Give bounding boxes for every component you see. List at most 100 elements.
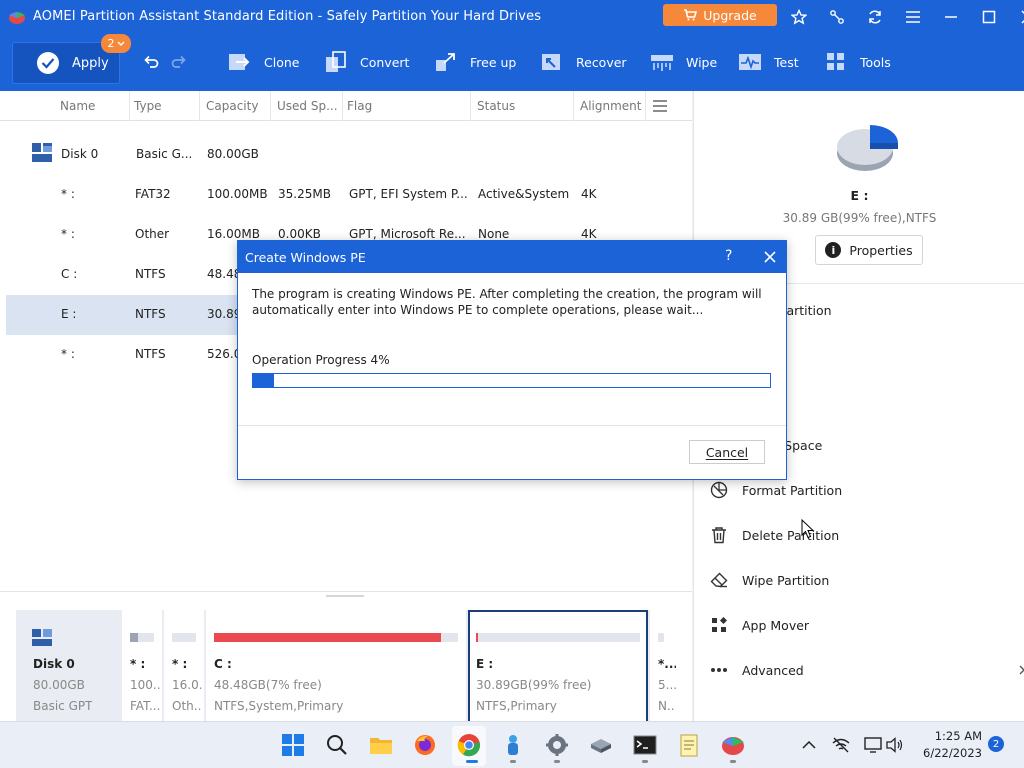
upgrade-button[interactable]: Upgrade bbox=[663, 4, 777, 26]
pending-count: 2 bbox=[107, 37, 115, 50]
notification-badge[interactable]: 2 bbox=[988, 736, 1004, 752]
create-windows-pe-dialog: Create Windows PE ? The program is creat… bbox=[237, 240, 787, 480]
running-indicator bbox=[554, 760, 560, 763]
dialog-title-bar: Create Windows PE ? bbox=[238, 241, 786, 273]
clone-button[interactable]: Clone bbox=[228, 49, 299, 75]
chrome-icon[interactable] bbox=[456, 732, 482, 758]
clock-time[interactable]: 1:25 AM bbox=[916, 729, 982, 743]
settings-icon[interactable] bbox=[544, 732, 570, 758]
partition-tile[interactable]: * : 16.0... Oth... bbox=[164, 610, 204, 722]
partition-name: * : bbox=[172, 657, 188, 671]
aomei-logo-icon bbox=[9, 12, 25, 24]
op-wipe-partition[interactable]: Wipe Partition bbox=[710, 568, 829, 592]
disk-map: Disk 0 80.00GB Basic GPT * : 100... FAT.… bbox=[0, 591, 692, 722]
test-icon bbox=[738, 51, 762, 73]
pane-splitter-handle[interactable] bbox=[326, 595, 364, 597]
op-app-mover[interactable]: App Mover bbox=[710, 613, 809, 637]
cell-name: * : bbox=[61, 347, 75, 361]
chevron-up-icon[interactable] bbox=[800, 736, 818, 754]
tools-button[interactable]: Tools bbox=[824, 49, 891, 75]
cancel-button[interactable]: Cancel bbox=[689, 440, 765, 464]
op-delete-partition[interactable]: Delete Partition bbox=[710, 523, 839, 547]
maximize-icon[interactable] bbox=[980, 8, 998, 26]
partition-tile[interactable]: C : 48.48GB(7% free) NTFS,System,Primary bbox=[206, 610, 466, 722]
free-up-button[interactable]: Free up bbox=[434, 49, 516, 75]
table-row[interactable]: * : FAT32 100.00MB 35.25MB GPT, EFI Syst… bbox=[6, 175, 692, 215]
drive-icon[interactable] bbox=[588, 732, 614, 758]
notepad-icon[interactable] bbox=[676, 732, 702, 758]
convert-button[interactable]: Convert bbox=[324, 49, 409, 75]
partition-name: * : bbox=[130, 657, 146, 671]
disk-tile[interactable]: Disk 0 80.00GB Basic GPT bbox=[16, 610, 120, 722]
volume-icon[interactable] bbox=[886, 736, 904, 754]
clock-date[interactable]: 6/22/2023 bbox=[906, 746, 982, 760]
firefox-icon[interactable] bbox=[412, 732, 438, 758]
dialog-close-icon[interactable] bbox=[762, 249, 778, 265]
share-icon[interactable] bbox=[828, 8, 846, 26]
disk-name: Disk 0 bbox=[33, 657, 75, 671]
dialog-message: The program is creating Windows PE. Afte… bbox=[252, 287, 762, 317]
disk-style: Basic GPT bbox=[33, 699, 93, 713]
selected-partition-name: E : bbox=[850, 188, 869, 203]
partition-size: 16.0... bbox=[172, 678, 202, 692]
partition-fs: FAT... bbox=[130, 699, 160, 713]
usage-fill bbox=[214, 633, 441, 642]
undo-icon[interactable] bbox=[142, 52, 160, 70]
menu-icon[interactable] bbox=[904, 8, 922, 26]
op-advanced[interactable]: Advanced bbox=[710, 658, 804, 682]
terminal-icon[interactable] bbox=[632, 732, 658, 758]
partition-size: 48.48GB(7% free) bbox=[214, 678, 322, 692]
minimize-icon[interactable] bbox=[942, 8, 960, 26]
help-icon[interactable]: ? bbox=[725, 248, 732, 264]
start-icon[interactable] bbox=[280, 732, 306, 758]
test-button[interactable]: Test bbox=[738, 49, 799, 75]
chevron-right-icon bbox=[1019, 665, 1024, 675]
column-header-name[interactable]: Name bbox=[54, 91, 130, 121]
app-mover-icon bbox=[710, 616, 728, 634]
test-label: Test bbox=[774, 54, 799, 70]
properties-label: Properties bbox=[849, 242, 913, 258]
mouse-cursor-icon bbox=[801, 519, 815, 539]
display-icon[interactable] bbox=[864, 736, 882, 754]
recover-button[interactable]: Recover bbox=[540, 49, 627, 75]
column-header-flag[interactable]: Flag bbox=[341, 91, 471, 121]
column-header-capacity[interactable]: Capacity bbox=[200, 91, 271, 121]
partition-size: 100... bbox=[130, 678, 160, 692]
aomei-icon[interactable] bbox=[720, 732, 746, 758]
partition-fs: Oth... bbox=[172, 699, 202, 713]
partition-tile[interactable]: * : 100... FAT... bbox=[122, 610, 162, 722]
running-indicator bbox=[510, 760, 516, 763]
cell-type: NTFS bbox=[135, 347, 166, 361]
cell-type: Other bbox=[135, 227, 170, 241]
file-explorer-icon[interactable] bbox=[368, 732, 394, 758]
partition-name: C : bbox=[214, 657, 232, 671]
cell-alignment: 4K bbox=[581, 187, 597, 201]
recover-label: Recover bbox=[576, 54, 627, 70]
pending-operations-badge[interactable]: 2 bbox=[101, 34, 131, 53]
wipe-button[interactable]: Wipe bbox=[650, 49, 717, 75]
refresh-icon[interactable] bbox=[866, 8, 884, 26]
partition-tile-selected[interactable]: E : 30.89GB(99% free) NTFS,Primary bbox=[468, 610, 648, 722]
column-settings-icon[interactable] bbox=[652, 99, 668, 113]
clone-label: Clone bbox=[264, 54, 300, 70]
usage-bar bbox=[130, 633, 154, 642]
wipe-icon bbox=[650, 51, 674, 73]
cell-capacity: 80.00GB bbox=[207, 147, 259, 161]
column-header-status[interactable]: Status bbox=[471, 91, 574, 121]
search-icon[interactable] bbox=[324, 732, 350, 758]
info-icon: i bbox=[825, 242, 842, 258]
star-icon[interactable] bbox=[790, 8, 808, 26]
partition-tile[interactable]: *... 5... N... bbox=[650, 610, 676, 722]
column-header-type[interactable]: Type bbox=[128, 91, 200, 121]
cart-icon bbox=[684, 9, 698, 21]
app-icon[interactable] bbox=[500, 732, 526, 758]
network-off-icon[interactable] bbox=[832, 736, 850, 754]
cell-type: NTFS bbox=[135, 307, 166, 321]
op-format-partition[interactable]: Format Partition bbox=[710, 478, 842, 502]
column-header-alignment[interactable]: Alignment bbox=[574, 91, 646, 121]
properties-button[interactable]: i Properties bbox=[815, 235, 923, 265]
column-header-used-space[interactable]: Used Sp... bbox=[271, 91, 343, 121]
close-icon[interactable] bbox=[1016, 8, 1024, 26]
table-row[interactable]: Disk 0 Basic G... 80.00GB bbox=[6, 135, 692, 175]
redo-icon[interactable] bbox=[170, 52, 188, 70]
